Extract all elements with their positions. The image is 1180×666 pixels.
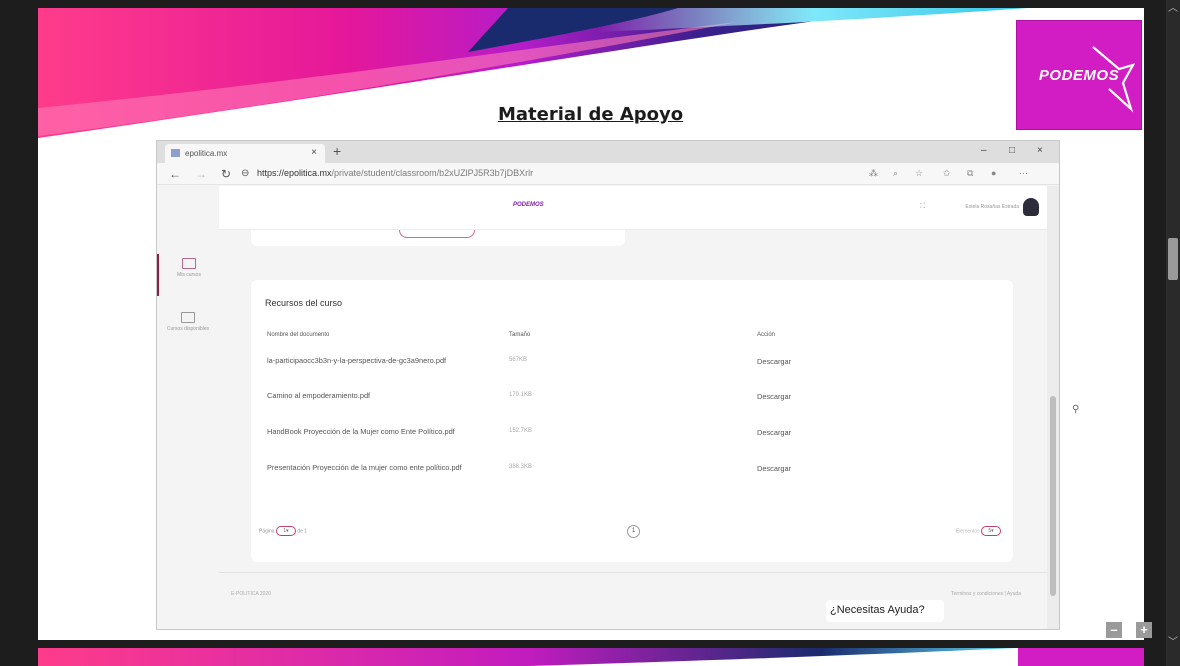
url-field[interactable]: https://epolitica.mx/private/student/cla… bbox=[257, 168, 533, 178]
zoom-icon[interactable]: ⌕ bbox=[893, 168, 898, 179]
download-link[interactable]: Descargar bbox=[757, 357, 791, 366]
current-page-button[interactable]: 1 bbox=[627, 525, 640, 538]
page-label: Página bbox=[259, 528, 275, 535]
browser-screenshot: epolitica.mx × + – □ × ← → ↻ ⊖ https://e… bbox=[156, 140, 1060, 630]
tab-close-icon[interactable]: × bbox=[311, 147, 317, 158]
url-domain: https://epolitica.mx bbox=[257, 168, 332, 178]
previous-card bbox=[251, 230, 625, 246]
document-size: 170.1KB bbox=[509, 392, 533, 398]
table-row: Presentación Proyección de la mujer como… bbox=[251, 463, 1013, 483]
page-selector: Página 1▾ de 1 bbox=[259, 526, 307, 536]
new-tab-icon[interactable]: + bbox=[333, 143, 341, 159]
download-link[interactable]: Descargar bbox=[757, 464, 791, 473]
zoom-in-button[interactable]: + bbox=[1136, 622, 1152, 638]
zoom-out-button[interactable]: – bbox=[1106, 622, 1122, 638]
page-dropdown[interactable]: 1▾ bbox=[275, 526, 296, 536]
forward-icon[interactable]: → bbox=[195, 167, 207, 181]
help-button[interactable]: ¿Necesitas Ayuda? bbox=[826, 600, 944, 622]
column-header-size: Tamaño bbox=[509, 332, 531, 338]
decorative-swoosh bbox=[38, 648, 1144, 666]
sidebar-item-cursos-disponibles[interactable]: Cursos disponibles bbox=[157, 308, 219, 332]
translate-icon[interactable]: ⁂ bbox=[869, 168, 878, 179]
scroll-down-icon[interactable]: ﹀ bbox=[1166, 636, 1180, 650]
download-link[interactable]: Descargar bbox=[757, 428, 791, 437]
table-row: Camino al empoderamiento.pdf 170.1KB Des… bbox=[251, 391, 1013, 411]
browser-scrollbar[interactable] bbox=[1047, 186, 1059, 629]
user-name[interactable]: Estela Rosañas Estrada bbox=[965, 204, 1019, 210]
page-dropdown-value: 1 bbox=[283, 528, 287, 534]
slide: PODEMOS Material de Apoyo epolitica.mx ×… bbox=[38, 8, 1144, 640]
lock-icon: ⊖ bbox=[241, 168, 250, 179]
favorite-star-icon[interactable]: ☆ bbox=[915, 168, 923, 179]
document-name: la-participaocc3b3n-y-la-perspectiva-de-… bbox=[267, 356, 447, 365]
copyright: E-POLITICA 2020 bbox=[231, 591, 272, 597]
minimize-icon[interactable]: – bbox=[981, 145, 987, 156]
reload-icon[interactable]: ↻ bbox=[221, 167, 231, 181]
document-name: Camino al empoderamiento.pdf bbox=[267, 391, 371, 400]
window-close-icon[interactable]: × bbox=[1037, 145, 1043, 156]
maximize-icon[interactable]: □ bbox=[1009, 145, 1015, 156]
favicon-icon bbox=[171, 149, 180, 157]
site-sidebar: Mis cursos Cursos disponibles bbox=[157, 230, 219, 629]
star-outline-icon bbox=[1092, 46, 1135, 113]
resources-title: Recursos del curso bbox=[265, 298, 343, 308]
tab-bar: epolitica.mx × + – □ × bbox=[157, 141, 1059, 163]
magnifier-icon[interactable]: ⚲ bbox=[1072, 404, 1079, 415]
download-link[interactable]: Descargar bbox=[757, 392, 791, 401]
decorative-swoosh bbox=[38, 8, 1028, 138]
next-slide[interactable] bbox=[38, 648, 1144, 666]
web-page: PODEMOS ⛶ Estela Rosañas Estrada Mis cur… bbox=[157, 186, 1047, 629]
sidebar-item-label: Cursos disponibles bbox=[166, 326, 210, 332]
browser-scroll-thumb[interactable] bbox=[1050, 396, 1056, 596]
back-icon[interactable]: ← bbox=[169, 167, 181, 181]
document-name: HandBook Proyección de la Mujer como Ent… bbox=[267, 427, 455, 436]
column-header-name: Nombre del documento bbox=[267, 332, 330, 338]
table-row: HandBook Proyección de la Mujer como Ent… bbox=[251, 427, 1013, 447]
document-name: Presentación Proyección de la mujer como… bbox=[267, 463, 462, 472]
viewer-scroll-thumb[interactable] bbox=[1168, 238, 1178, 280]
podemos-logo: PODEMOS bbox=[1016, 20, 1142, 130]
site-header: PODEMOS ⛶ Estela Rosañas Estrada bbox=[219, 186, 1047, 230]
profile-icon[interactable]: ● bbox=[991, 168, 996, 178]
favorites-icon[interactable]: ✩ bbox=[943, 168, 951, 179]
resources-card: Recursos del curso Nombre del documento … bbox=[251, 280, 1013, 562]
monitor-icon bbox=[181, 312, 195, 323]
expand-icon[interactable]: ⛶ bbox=[920, 203, 925, 211]
document-size: 388.3KB bbox=[509, 464, 533, 470]
viewer-scrollbar[interactable]: ︿ ﹀ bbox=[1166, 0, 1180, 666]
address-bar: ← → ↻ ⊖ https://epolitica.mx/private/stu… bbox=[157, 163, 1059, 185]
per-page-label: Elementos bbox=[955, 528, 980, 535]
table-row: la-participaocc3b3n-y-la-perspectiva-de-… bbox=[251, 356, 1013, 376]
avatar[interactable] bbox=[1023, 198, 1039, 216]
url-path: /private/student/classroom/b2xUZlPJ5R3b7… bbox=[331, 168, 534, 178]
site-logo[interactable]: PODEMOS bbox=[513, 202, 544, 208]
sidebar-item-label: Mis cursos bbox=[177, 272, 201, 278]
per-page-value: 5 bbox=[988, 528, 992, 534]
document-size: 152.7KB bbox=[509, 428, 533, 434]
browser-tab[interactable]: epolitica.mx × bbox=[165, 144, 325, 163]
per-page-dropdown[interactable]: 5▾ bbox=[981, 526, 1001, 536]
page-of-label: de 1 bbox=[297, 528, 308, 535]
more-icon[interactable]: ⋯ bbox=[1019, 168, 1028, 179]
sidebar-item-mis-cursos[interactable]: Mis cursos bbox=[157, 254, 219, 296]
collections-icon[interactable]: ⧉ bbox=[967, 168, 973, 179]
column-header-action: Acción bbox=[757, 332, 776, 338]
card-button[interactable] bbox=[399, 230, 475, 238]
per-page-selector: Elementos 5▾ bbox=[956, 526, 1001, 536]
tab-title: epolitica.mx bbox=[185, 149, 228, 158]
footer-links[interactable]: Terminos y condiciones | Ayuda bbox=[951, 591, 1021, 597]
monitor-icon bbox=[182, 258, 196, 269]
document-size: 567KB bbox=[509, 357, 528, 363]
scroll-up-icon[interactable]: ︿ bbox=[1166, 2, 1180, 16]
slide-title: Material de Apoyo bbox=[498, 104, 684, 125]
